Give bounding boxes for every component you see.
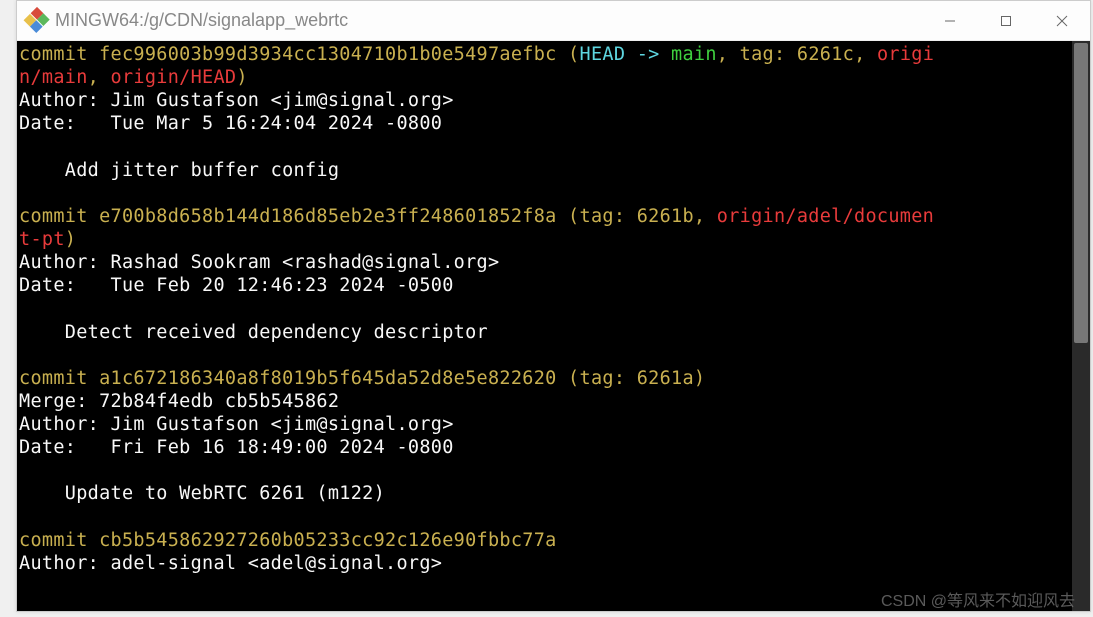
minimize-button[interactable] bbox=[922, 1, 978, 40]
vertical-scrollbar[interactable] bbox=[1072, 41, 1090, 611]
terminal-area: commit fec996003b99d3934cc1304710b1b0e54… bbox=[17, 41, 1090, 611]
terminal-window: MINGW64:/g/CDN/signalapp_webrtc commit f… bbox=[16, 0, 1091, 612]
commit-message: Detect received dependency descriptor bbox=[19, 322, 488, 343]
window-titlebar: MINGW64:/g/CDN/signalapp_webrtc bbox=[17, 1, 1090, 41]
date-line: Date: Fri Feb 16 18:49:00 2024 -0800 bbox=[19, 437, 454, 458]
obscured-background-text bbox=[0, 40, 16, 610]
commit-line: commit cb5b545862927260b05233cc92c126e90… bbox=[19, 530, 557, 551]
author-line: Author: Jim Gustafson <jim@signal.org> bbox=[19, 414, 454, 435]
author-line: Author: adel-signal <adel@signal.org> bbox=[19, 553, 442, 574]
window-controls bbox=[922, 1, 1090, 40]
date-line: Date: Tue Feb 20 12:46:23 2024 -0500 bbox=[19, 275, 454, 296]
window-title: MINGW64:/g/CDN/signalapp_webrtc bbox=[55, 10, 922, 31]
commit-line: commit e700b8d658b144d186d85eb2e3ff24860… bbox=[19, 206, 934, 227]
scrollbar-thumb[interactable] bbox=[1074, 43, 1088, 343]
mingw-icon bbox=[23, 6, 51, 34]
commit-message: Update to WebRTC 6261 (m122) bbox=[19, 483, 385, 504]
commit-line-wrap: t-pt) bbox=[19, 229, 76, 250]
close-button[interactable] bbox=[1034, 1, 1090, 40]
commit-line-wrap: n/main, origin/HEAD) bbox=[19, 67, 248, 88]
terminal-output[interactable]: commit fec996003b99d3934cc1304710b1b0e54… bbox=[17, 41, 1072, 611]
date-line: Date: Tue Mar 5 16:24:04 2024 -0800 bbox=[19, 113, 442, 134]
merge-line: Merge: 72b84f4edb cb5b545862 bbox=[19, 391, 339, 412]
author-line: Author: Rashad Sookram <rashad@signal.or… bbox=[19, 252, 499, 273]
author-line: Author: Jim Gustafson <jim@signal.org> bbox=[19, 90, 454, 111]
commit-line: commit fec996003b99d3934cc1304710b1b0e54… bbox=[19, 44, 934, 65]
commit-message: Add jitter buffer config bbox=[19, 160, 339, 181]
maximize-button[interactable] bbox=[978, 1, 1034, 40]
commit-line: commit a1c672186340a8f8019b5f645da52d8e5… bbox=[19, 368, 705, 389]
